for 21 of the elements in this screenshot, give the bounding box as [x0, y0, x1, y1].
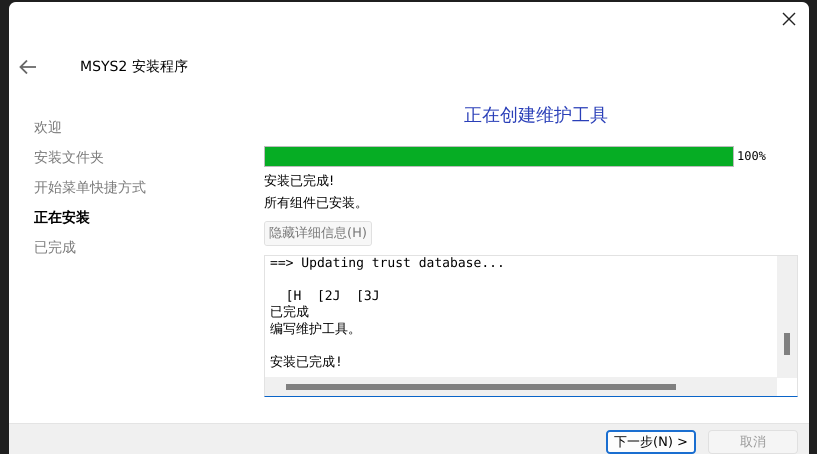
- back-arrow-icon: [19, 59, 37, 74]
- next-button[interactable]: 下一步(N) >: [606, 430, 696, 454]
- close-icon: [782, 12, 796, 26]
- sidebar-step: 欢迎: [34, 112, 62, 143]
- page-heading: 正在创建维护工具: [464, 104, 608, 128]
- status-message: 安装已完成!: [264, 172, 334, 191]
- window-title: MSYS2 安装程序: [80, 58, 188, 76]
- sidebar-step: 正在安装: [34, 202, 90, 233]
- hide-details-button[interactable]: 隐藏详细信息(H): [264, 220, 372, 246]
- status-message: 所有组件已安装。: [264, 194, 368, 213]
- log-line: 已完成: [270, 305, 309, 322]
- log-line: ==> Updating trust database...: [270, 256, 505, 272]
- log-line: 编写维护工具。: [270, 322, 361, 338]
- log-line: 安装已完成!: [270, 354, 343, 372]
- sidebar-step: 已完成: [34, 232, 76, 263]
- horizontal-scrollbar[interactable]: [265, 376, 777, 396]
- sidebar-step: 开始菜单快捷方式: [34, 172, 146, 203]
- progress-percent: 100%: [737, 149, 766, 164]
- log-line: [H [2J [3J: [284, 288, 380, 305]
- vertical-scrollbar[interactable]: [777, 256, 797, 378]
- sidebar-step: 安装文件夹: [34, 142, 104, 173]
